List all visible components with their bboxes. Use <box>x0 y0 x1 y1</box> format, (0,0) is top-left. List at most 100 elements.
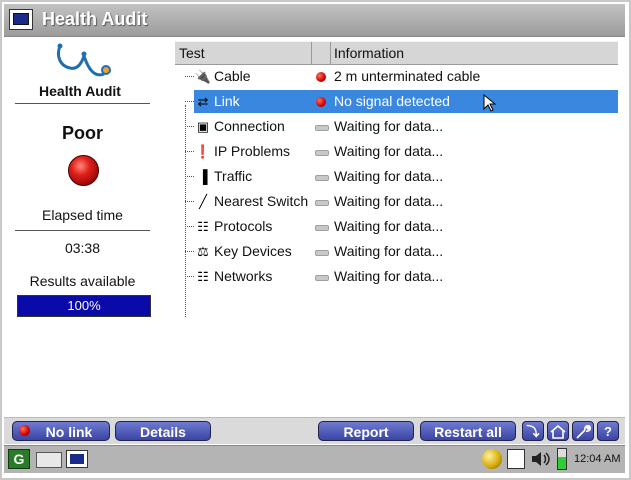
switch-icon: ╱ <box>199 194 207 209</box>
traffic-icon: ▐ <box>198 169 208 184</box>
back-arrow-icon: ⤵ <box>526 424 540 439</box>
window-list-icon-screen <box>70 454 84 464</box>
no-link-button[interactable]: No link <box>12 421 110 441</box>
tree-line <box>185 276 194 277</box>
table-row[interactable]: ▐ Traffic Waiting for data... <box>175 165 618 188</box>
protocols-icon: ☷ <box>197 219 209 234</box>
test-information: Waiting for data... <box>334 168 444 184</box>
wrench-icon <box>576 424 592 439</box>
test-name: IP Problems <box>214 143 290 159</box>
networks-icon: ☷ <box>197 269 209 284</box>
battery-icon[interactable] <box>557 448 567 470</box>
home-button[interactable] <box>547 421 569 441</box>
link-status-dot-icon <box>19 425 30 436</box>
test-name: Key Devices <box>214 243 292 259</box>
volume-icon[interactable] <box>530 449 552 469</box>
taskbar: G 12:04 AM <box>4 445 625 473</box>
column-header-information[interactable]: Information <box>334 45 404 61</box>
key-devices-icon: ⚖ <box>197 244 209 259</box>
table-row[interactable]: ❗ IP Problems Waiting for data... <box>175 140 618 163</box>
cable-icon: 🔌 <box>194 69 212 84</box>
divider <box>15 230 150 231</box>
tree-line <box>185 101 194 102</box>
network-status-icon[interactable] <box>482 449 502 469</box>
panel-title: Health Audit <box>39 83 121 99</box>
stethoscope-icon <box>56 43 111 77</box>
status-waiting-icon <box>315 175 329 181</box>
status-waiting-icon <box>315 250 329 256</box>
test-information: Waiting for data... <box>334 243 444 259</box>
connection-icon: ▣ <box>196 119 210 134</box>
test-name: Cable <box>214 68 251 84</box>
tree-line <box>185 76 194 77</box>
test-name: Link <box>214 93 240 109</box>
progress-text: 100% <box>67 298 101 313</box>
results-available-label: Results available <box>29 273 136 289</box>
column-separator <box>330 42 331 64</box>
test-information: Waiting for data... <box>334 218 444 234</box>
table-row[interactable]: 🔌 Cable 2 m unterminated cable <box>175 65 618 88</box>
report-button[interactable]: Report <box>318 421 414 441</box>
back-button[interactable]: ⤵ <box>522 421 544 441</box>
status-waiting-icon <box>315 125 329 131</box>
table-row[interactable]: ▣ Connection Waiting for data... <box>175 115 618 138</box>
tree-line <box>185 126 194 127</box>
results-progress-bar: 100% <box>17 295 151 317</box>
summary-panel: Health Audit Poor Elapsed time 03:38 Res… <box>10 40 155 412</box>
tree-line <box>185 251 194 252</box>
status-waiting-icon <box>315 150 329 156</box>
tree-line <box>185 176 194 177</box>
divider <box>15 103 150 104</box>
table-header: Test Information <box>175 41 618 65</box>
test-information: 2 m unterminated cable <box>334 68 481 84</box>
tree-line <box>185 226 194 227</box>
elapsed-time-label: Elapsed time <box>42 207 123 223</box>
action-bar: No link Details Report Restart all ⤵ ? <box>4 417 625 444</box>
title-bar: Health Audit <box>4 4 625 37</box>
window-title: Health Audit <box>42 9 148 29</box>
tree-line <box>185 151 194 152</box>
app-window-icon <box>9 9 33 30</box>
test-name: Traffic <box>214 168 253 184</box>
health-status-text: Poor <box>61 123 103 143</box>
mouse-cursor-icon <box>483 93 497 112</box>
restart-all-button[interactable]: Restart all <box>420 421 516 441</box>
test-name: Nearest Switch <box>214 193 309 209</box>
status-waiting-icon <box>315 225 329 231</box>
test-name: Protocols <box>214 218 273 234</box>
test-information: Waiting for data... <box>334 118 444 134</box>
tree-line <box>185 201 194 202</box>
ip-problems-icon: ❗ <box>194 144 212 159</box>
test-name: Connection <box>214 118 285 134</box>
clock: 12:04 AM <box>574 453 621 465</box>
status-alert-icon <box>316 97 326 107</box>
tools-button[interactable] <box>572 421 594 441</box>
start-menu-icon[interactable]: G <box>8 449 30 469</box>
table-row[interactable]: ⇄ Link No signal detected <box>175 90 618 113</box>
table-row[interactable]: ╱ Nearest Switch Waiting for data... <box>175 190 618 213</box>
link-icon: ⇄ <box>197 94 209 109</box>
clipboard-icon[interactable] <box>507 449 525 469</box>
table-row[interactable]: ☷ Networks Waiting for data... <box>175 265 618 288</box>
status-alert-icon <box>316 72 326 82</box>
test-results-table: Test Information 🔌 Cable 2 m unterminated … <box>175 41 618 413</box>
column-separator <box>311 42 312 64</box>
test-information: No signal detected <box>334 93 450 109</box>
table-row[interactable]: ⚖ Key Devices Waiting for data... <box>175 240 618 263</box>
keyboard-icon[interactable] <box>36 452 62 468</box>
test-information: Waiting for data... <box>334 268 444 284</box>
column-header-test[interactable]: Test <box>179 45 205 61</box>
health-status-indicator <box>68 155 99 186</box>
test-information: Waiting for data... <box>334 143 444 159</box>
test-name: Networks <box>214 268 273 284</box>
window-list-icon[interactable] <box>66 450 88 468</box>
elapsed-time-value: 03:38 <box>64 240 101 256</box>
details-button[interactable]: Details <box>115 421 211 441</box>
help-button[interactable]: ? <box>597 421 619 441</box>
status-waiting-icon <box>315 200 329 206</box>
table-row[interactable]: ☷ Protocols Waiting for data... <box>175 215 618 238</box>
no-link-label: No link <box>45 424 93 440</box>
status-waiting-icon <box>315 275 329 281</box>
speaker-icon <box>532 452 550 466</box>
test-information: Waiting for data... <box>334 193 444 209</box>
